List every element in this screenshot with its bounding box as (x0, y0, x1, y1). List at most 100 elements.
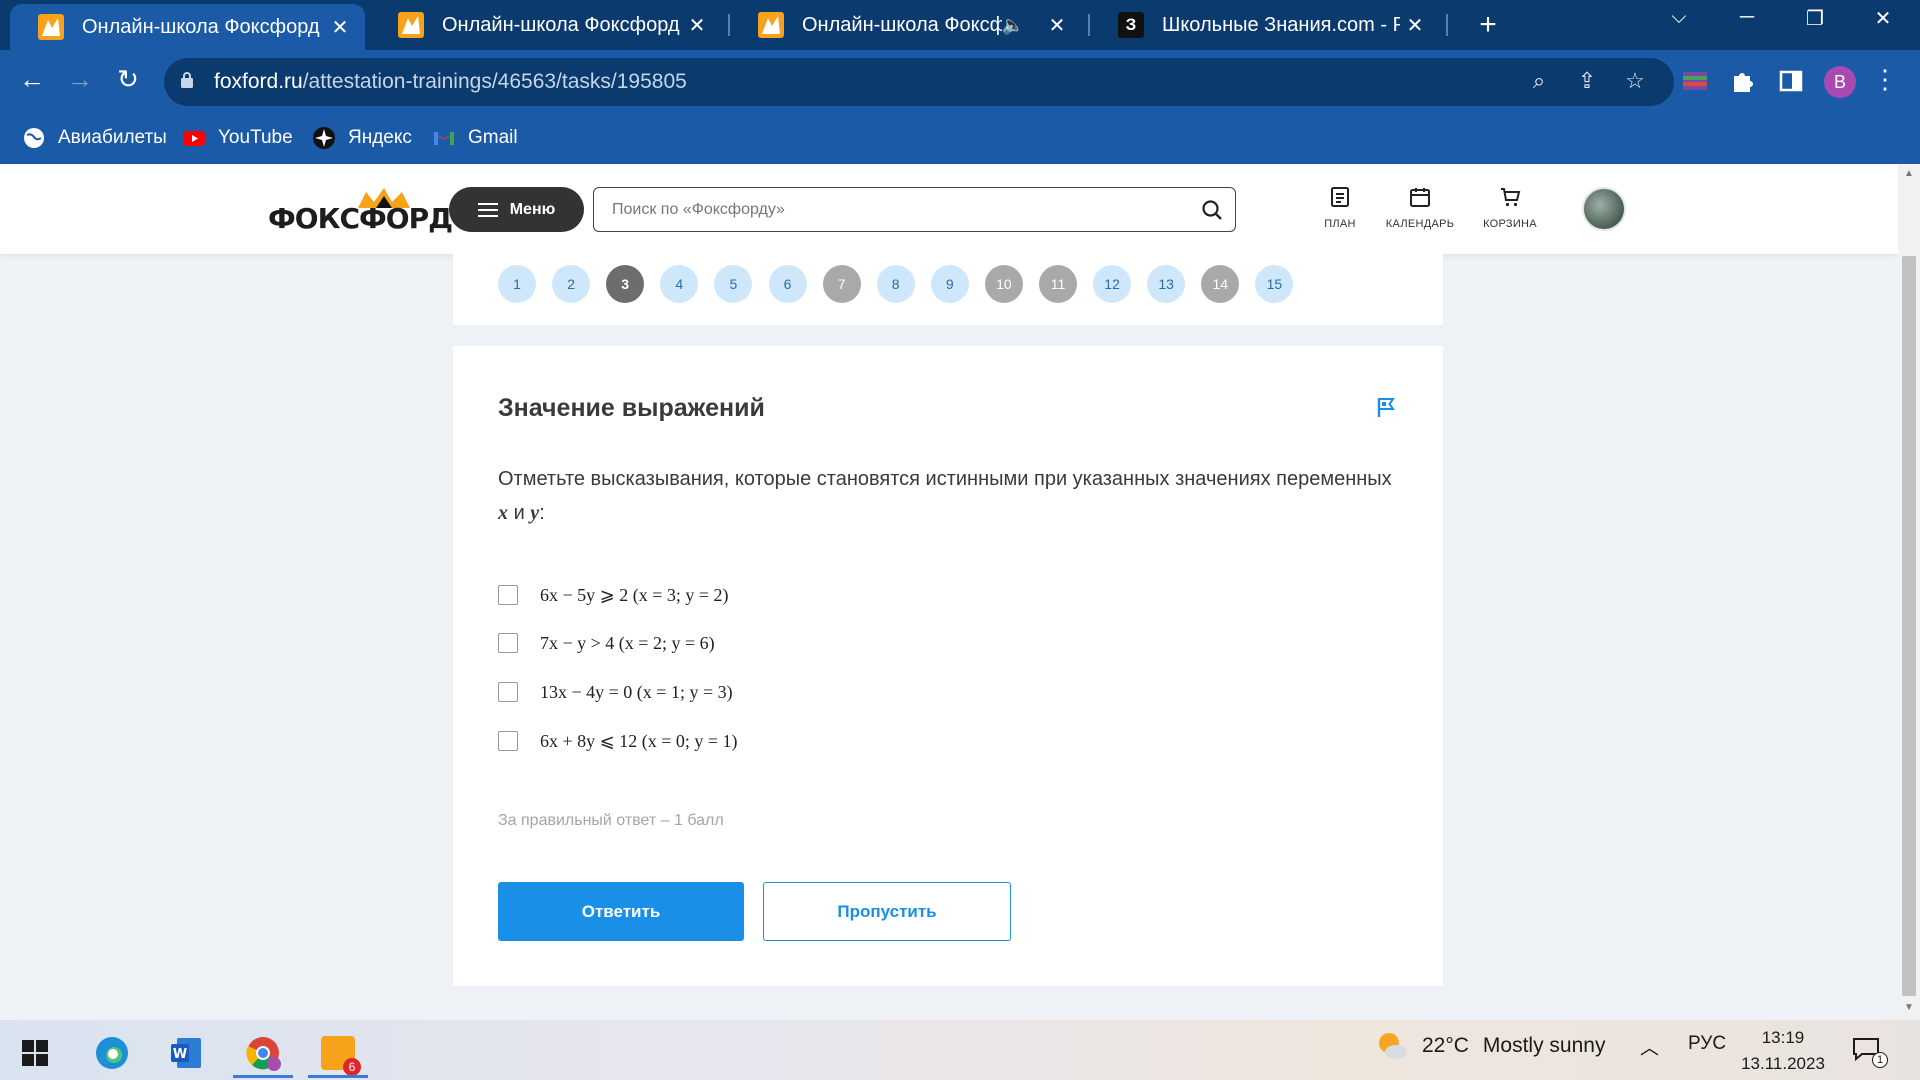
notifications-button[interactable]: 1 (1852, 1036, 1888, 1068)
pager-item-7[interactable]: 7 (822, 265, 861, 303)
hamburger-icon (477, 202, 498, 217)
forward-icon[interactable]: → (62, 64, 98, 95)
pager-item-4[interactable]: 4 (660, 265, 699, 303)
tab-separator (1446, 14, 1448, 36)
extensions-puzzle-icon[interactable] (1728, 66, 1758, 96)
input-language[interactable]: РУС (1688, 1033, 1726, 1055)
weather-widget[interactable]: 22°C Mostly sunny (1376, 1030, 1605, 1062)
pager-item-15[interactable]: 15 (1255, 265, 1294, 303)
pager-item-6[interactable]: 6 (768, 265, 807, 303)
tray-chevron-icon[interactable]: ︿ (1640, 1033, 1659, 1060)
pager-item-5[interactable]: 5 (714, 265, 753, 303)
pager-item-1[interactable]: 1 (498, 265, 536, 303)
answer-option[interactable]: 7x − y > 4 (x = 2; y = 6) (498, 628, 715, 658)
answer-option[interactable]: 6x − 5y ⩾ 2 (x = 3; y = 2) (498, 580, 729, 610)
tab-title: Онлайн-школа Фоксфорд (442, 13, 680, 36)
pager-item-11[interactable]: 11 (1039, 265, 1077, 303)
nav-calendar[interactable]: КАЛЕНДАРЬ (1375, 186, 1465, 232)
close-icon[interactable]: ✕ (325, 15, 355, 40)
cart-icon (1501, 188, 1521, 207)
new-tab-button[interactable]: + (1468, 8, 1508, 42)
answer-option[interactable]: 13x − 4y = 0 (x = 1; y = 3) (498, 677, 733, 707)
more-menu-icon[interactable]: ⋮ (1870, 64, 1900, 95)
option-checkbox[interactable] (498, 731, 518, 751)
pager-item-8[interactable]: 8 (876, 265, 915, 303)
bookmark-aviabilety[interactable]: Авиабилеты (22, 126, 167, 150)
browser-tab-1[interactable]: Онлайн-школа Фоксфорд ✕ (10, 4, 365, 50)
profile-avatar[interactable]: B (1824, 66, 1856, 98)
url-text: foxford.ru/attestation-trainings/46563/t… (214, 70, 687, 94)
notification-count: 1 (1872, 1052, 1888, 1068)
nav-label: КОРЗИНА (1483, 218, 1537, 230)
score-note: За правильный ответ – 1 балл (498, 812, 724, 829)
window-close-icon[interactable]: ✕ (1858, 6, 1908, 31)
close-icon[interactable]: ✕ (1042, 13, 1072, 38)
question-text: Отметьте высказывания, которые становятс… (498, 462, 1398, 530)
scroll-down-icon[interactable]: ▼ (1902, 1002, 1916, 1013)
tab-search-icon[interactable]: ⌵ (1654, 6, 1704, 29)
skip-button[interactable]: Пропустить (763, 882, 1011, 941)
nav-cart[interactable]: КОРЗИНА (1465, 186, 1555, 232)
bookmark-yandex[interactable]: Яндекс (312, 126, 412, 150)
close-icon[interactable]: ✕ (682, 13, 712, 38)
page-scrollbar[interactable]: ▲ ▼ (1898, 164, 1920, 1020)
extension-winrar-icon[interactable] (1680, 66, 1710, 96)
speaker-icon[interactable]: 🔈 (1002, 15, 1024, 36)
side-panel-icon[interactable] (1776, 66, 1806, 96)
taskbar-foxford-app[interactable]: 6 (308, 1028, 368, 1078)
tab-title: Онлайн-школа Фоксфорд (82, 15, 320, 38)
bookmark-youtube[interactable]: YouTube (182, 126, 293, 150)
search-icon[interactable] (1201, 199, 1223, 221)
system-clock[interactable]: 13:19 13.11.2023 (1738, 1025, 1828, 1077)
option-checkbox[interactable] (498, 633, 518, 653)
search-input[interactable] (612, 198, 1172, 222)
pager-item-10[interactable]: 10 (984, 265, 1023, 303)
taskbar-edge[interactable] (82, 1028, 142, 1078)
back-icon[interactable]: ← (14, 64, 50, 95)
browser-tab-3[interactable]: Онлайн-школа Фоксфорд 🔈 ✕ (730, 0, 1082, 50)
browser-tab-2[interactable]: Онлайн-школа Фоксфорд ✕ (370, 0, 722, 50)
taskbar-word[interactable]: W (156, 1028, 216, 1078)
flag-icon[interactable] (1375, 396, 1397, 418)
weather-description: Mostly sunny (1482, 1034, 1606, 1057)
pager-item-2[interactable]: 2 (552, 265, 591, 303)
foxford-logo[interactable]: ФОКСФОРД (268, 186, 453, 235)
user-avatar[interactable] (1582, 187, 1626, 231)
scroll-up-icon[interactable]: ▲ (1902, 168, 1916, 179)
tab-title: Онлайн-школа Фоксфорд (802, 13, 1002, 36)
taskbar-chrome[interactable] (233, 1028, 293, 1078)
bookmark-star-icon[interactable]: ☆ (1620, 68, 1650, 94)
pager-item-13[interactable]: 13 (1147, 265, 1186, 303)
browser-tab-strip: Онлайн-школа Фоксфорд ✕ Онлайн-школа Фок… (0, 0, 1920, 50)
scrollbar-thumb[interactable] (1902, 256, 1916, 996)
share-icon[interactable]: ⇪ (1572, 68, 1602, 94)
start-button[interactable] (5, 1028, 65, 1078)
answer-option[interactable]: 6x + 8y ⩽ 12 (x = 0; y = 1) (498, 726, 738, 756)
address-bar[interactable]: foxford.ru/attestation-trainings/46563/t… (164, 58, 1674, 106)
app-badge: 6 (343, 1058, 361, 1076)
option-checkbox[interactable] (498, 682, 518, 702)
reload-icon[interactable]: ↻ (110, 64, 146, 95)
answer-button[interactable]: Ответить (498, 882, 744, 941)
word-icon: W (171, 1038, 201, 1068)
option-checkbox[interactable] (498, 585, 518, 605)
pager-item-12[interactable]: 12 (1093, 265, 1132, 303)
chrome-icon (246, 1037, 281, 1071)
yandex-icon (313, 127, 335, 149)
pager-item-3[interactable]: 3 (606, 265, 645, 303)
nav-plan[interactable]: ПЛАН (1295, 186, 1385, 232)
task-card: Значение выражений Отметьте высказывания… (453, 346, 1443, 986)
bookmark-gmail[interactable]: Gmail (432, 126, 518, 150)
active-app-indicator (308, 1075, 368, 1078)
menu-button[interactable]: Меню (449, 187, 584, 232)
clock-date: 13.11.2023 (1741, 1054, 1825, 1073)
browser-tab-4[interactable]: З Школьные Знания.com - Реша ✕ (1090, 0, 1440, 50)
variable-y: y (530, 502, 540, 524)
minimize-icon[interactable]: ─ (1722, 6, 1772, 29)
pager-item-14[interactable]: 14 (1201, 265, 1240, 303)
pager-item-9[interactable]: 9 (930, 265, 969, 303)
close-icon[interactable]: ✕ (1400, 13, 1430, 38)
restore-icon[interactable]: ❐ (1790, 6, 1840, 31)
zoom-icon[interactable]: ⌕ (1524, 68, 1554, 94)
bookmark-label: Яндекс (348, 127, 412, 148)
